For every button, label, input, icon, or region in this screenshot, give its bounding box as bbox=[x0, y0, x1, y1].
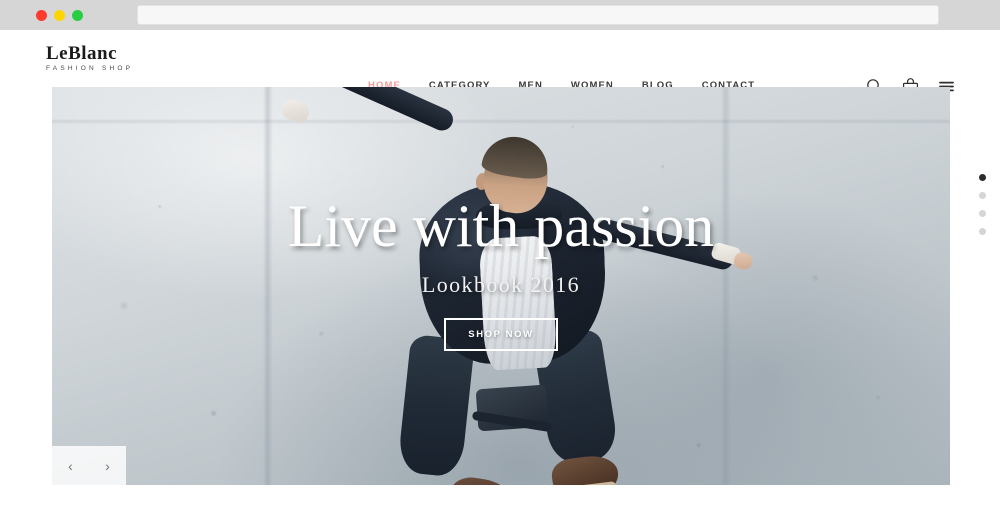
window-minimize-button[interactable] bbox=[54, 9, 65, 21]
shop-now-button[interactable]: SHOP NOW bbox=[444, 318, 558, 351]
model-left-arm bbox=[287, 87, 457, 135]
app-root: LeBlanc FASHION SHOP HOME CATEGORY MEN W… bbox=[0, 0, 1000, 512]
carousel-dot-4[interactable] bbox=[979, 228, 986, 235]
carousel-dot-2[interactable] bbox=[979, 192, 986, 199]
window-close-button[interactable] bbox=[36, 9, 47, 21]
hero-carousel: Live with passion Lookbook 2016 SHOP NOW… bbox=[52, 87, 950, 485]
site-header: LeBlanc FASHION SHOP HOME CATEGORY MEN W… bbox=[0, 30, 1000, 99]
hero-subtitle: Lookbook 2016 bbox=[421, 272, 581, 297]
model-left-boot bbox=[447, 474, 515, 485]
logo-tagline: FASHION SHOP bbox=[46, 65, 134, 72]
window-maximize-button[interactable] bbox=[72, 9, 83, 21]
browser-url-bar[interactable] bbox=[137, 5, 939, 25]
carousel-dot-indicators bbox=[979, 174, 986, 235]
carousel-dot-3[interactable] bbox=[979, 210, 986, 217]
carousel-dot-1[interactable] bbox=[979, 174, 986, 181]
logo-wordmark: LeBlanc bbox=[46, 43, 118, 64]
browser-chrome bbox=[0, 0, 1000, 30]
carousel-next-icon[interactable]: › bbox=[89, 446, 126, 485]
carousel-arrow-controls: ‹ › bbox=[52, 446, 126, 485]
site-logo[interactable]: LeBlanc FASHION SHOP bbox=[46, 44, 196, 73]
carousel-prev-icon[interactable]: ‹ bbox=[52, 446, 89, 485]
model-left-hand bbox=[280, 97, 312, 125]
hero-title: Live with passion bbox=[287, 193, 715, 259]
hero-copy: Live with passion Lookbook 2016 SHOP NOW bbox=[52, 195, 950, 351]
window-traffic-lights bbox=[36, 9, 83, 21]
